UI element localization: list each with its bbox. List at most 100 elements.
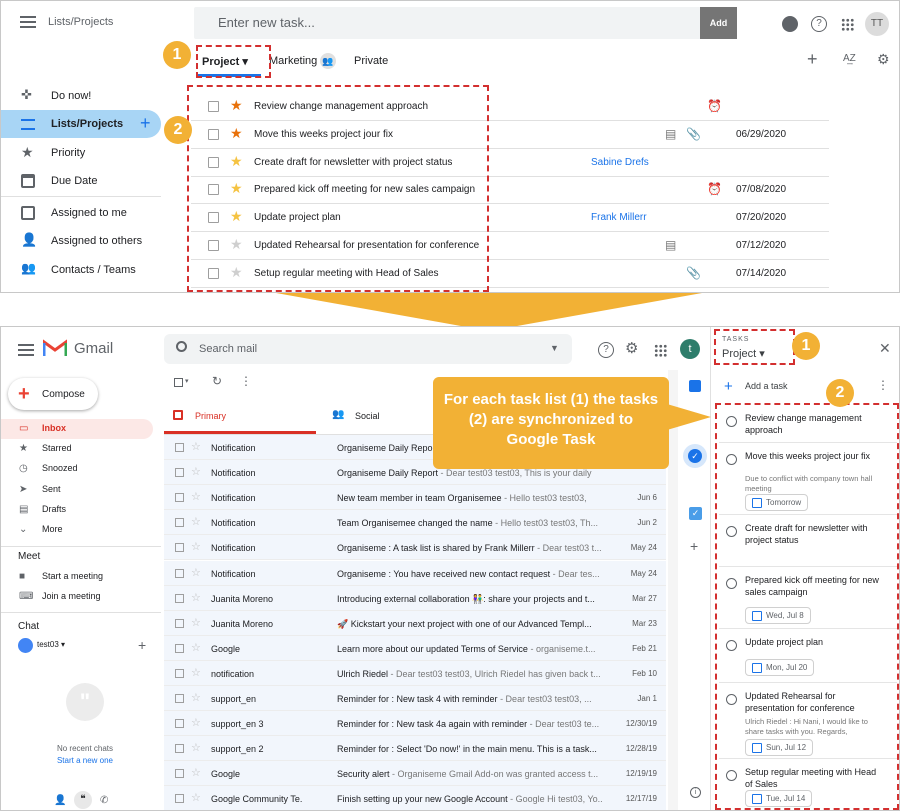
email-checkbox[interactable] [175, 694, 184, 703]
nav-item-starred[interactable]: ★ Starred [1, 439, 153, 459]
nav-item-more[interactable]: ⌄ More [1, 520, 153, 540]
star-icon[interactable]: ☆ [191, 791, 201, 804]
calendar-app-icon[interactable] [689, 380, 701, 392]
task-assignee[interactable]: Sabine Drefs [591, 157, 649, 168]
email-checkbox[interactable] [175, 493, 184, 503]
nav-item-drafts[interactable]: ▤ Drafts [1, 500, 153, 520]
search-options-icon[interactable]: ▼ [550, 343, 559, 353]
add-task-icon[interactable]: + [724, 378, 733, 395]
email-checkbox[interactable] [175, 744, 184, 754]
star-icon[interactable]: ☆ [191, 515, 201, 528]
star-icon[interactable]: ☆ [191, 490, 201, 503]
sidebar-item-assigned-to-others[interactable]: 👤 Assigned to others [1, 227, 161, 255]
email-row[interactable]: ☆ Notification Organiseme : A task list is… [164, 535, 666, 561]
help-icon[interactable]: ? [598, 342, 614, 358]
gmail-menu-icon[interactable] [18, 344, 34, 356]
compose-button[interactable]: + Compose [8, 378, 98, 410]
star-icon[interactable]: ☆ [191, 691, 201, 704]
email-checkbox[interactable] [175, 568, 184, 578]
email-row[interactable]: ☆ Google Security alert - Organiseme Gmail… [164, 761, 666, 787]
tab-primary[interactable]: Primary [195, 411, 226, 421]
more-actions-icon[interactable]: ⋮ [240, 374, 252, 388]
mail-search-box[interactable]: Search mail ▼ [164, 334, 572, 364]
email-checkbox[interactable] [175, 794, 184, 804]
sidebar-item-lists-projects[interactable]: Lists/Projects + [1, 110, 161, 138]
email-row[interactable]: ☆ Notification Team Organisemee changed th… [164, 510, 666, 536]
star-icon[interactable]: ☆ [191, 666, 201, 679]
star-icon[interactable]: ☆ [191, 616, 201, 629]
tasks-app-active[interactable]: ✓ [683, 444, 707, 468]
select-all-checkbox[interactable] [174, 378, 183, 387]
settings-gear-icon[interactable]: ⚙ [877, 51, 890, 68]
settings-gear-icon[interactable]: ⚙ [625, 339, 638, 357]
contacts-icon[interactable]: 👤 [54, 795, 66, 806]
email-row[interactable]: ☆ Notification Organiseme : You have recei… [164, 560, 666, 586]
email-checkbox[interactable] [175, 719, 184, 729]
email-checkbox[interactable] [175, 643, 184, 653]
email-checkbox[interactable] [175, 518, 184, 528]
sidebar-item-contacts-teams[interactable]: 👥 Contacts / Teams [1, 256, 161, 284]
tab-marketing[interactable]: Marketing [269, 55, 317, 67]
organiseme-addon-icon[interactable]: ✓ [689, 507, 702, 520]
nav-item-inbox[interactable]: ▭ Inbox [1, 419, 153, 439]
add-task-link[interactable]: Add a task [745, 381, 788, 391]
star-icon[interactable]: ☆ [191, 566, 201, 579]
task-assignee[interactable]: Frank Millerr [591, 212, 647, 223]
add-task-button[interactable]: Add [700, 7, 737, 39]
help-icon[interactable]: ? [811, 16, 827, 32]
email-checkbox[interactable] [175, 668, 184, 678]
add-chat-icon[interactable]: + [138, 637, 146, 653]
email-checkbox[interactable] [175, 543, 184, 553]
star-icon[interactable]: ☆ [191, 741, 201, 754]
email-row[interactable]: ☆ Google Community Te. Finish setting up y… [164, 786, 666, 810]
email-checkbox[interactable] [175, 769, 184, 779]
star-icon[interactable]: ☆ [191, 440, 201, 453]
hangouts-chat-icon[interactable]: ❝ [74, 791, 92, 809]
email-checkbox[interactable] [175, 618, 184, 628]
refresh-icon[interactable]: ↻ [212, 374, 222, 388]
email-row[interactable]: ☆ Juanita Moreno Introducing external coll… [164, 585, 666, 611]
nav-item-snoozed[interactable]: ◷ Snoozed [1, 459, 153, 479]
sort-az-icon[interactable]: A͢Z [843, 53, 856, 64]
sidebar-item-priority[interactable]: ★ Priority [1, 139, 161, 167]
tab-social[interactable]: Social [355, 411, 380, 421]
sidebar-item-assigned-to-me[interactable]: Assigned to me [1, 199, 161, 227]
email-row[interactable]: ☆ Juanita Moreno 🚀 Kickstart your next pro… [164, 610, 666, 636]
email-row[interactable]: ☆ notification Ulrich Riedel - Dear test03… [164, 660, 666, 686]
sidebar-item-due-date[interactable]: Due Date [1, 167, 161, 195]
avatar[interactable]: TT [865, 12, 889, 36]
get-addons-icon[interactable]: + [690, 538, 698, 554]
star-icon[interactable]: ☆ [191, 716, 201, 729]
apps-grid-icon[interactable] [654, 344, 667, 357]
sidebar-item-do-now[interactable]: ✜ Do now! [1, 82, 161, 110]
meet-item[interactable]: ■ Start a meeting [1, 567, 153, 587]
star-icon[interactable]: ☆ [191, 766, 201, 779]
email-row[interactable]: ☆ Google Learn more about our updated Term… [164, 635, 666, 661]
start-new-chat-link[interactable]: Start a new one [41, 756, 129, 765]
add-project-icon[interactable]: + [140, 113, 151, 134]
email-row[interactable]: ☆ support_en 2 Reminder for : Select 'Do n… [164, 736, 666, 762]
star-icon[interactable]: ☆ [191, 641, 201, 654]
apps-grid-icon[interactable] [841, 18, 854, 31]
phone-icon[interactable]: ✆ [100, 795, 108, 806]
notification-icon[interactable] [782, 16, 798, 32]
email-row[interactable]: ☆ Notification New team member in team Org… [164, 485, 666, 511]
email-checkbox[interactable] [175, 443, 184, 452]
star-icon[interactable]: ☆ [191, 591, 201, 604]
tab-private[interactable]: Private [354, 55, 388, 67]
email-row[interactable]: ☆ support_en 3 Reminder for : New task 4a … [164, 711, 666, 737]
star-icon[interactable]: ☆ [191, 465, 201, 478]
mail-scrollbar[interactable] [668, 370, 678, 810]
star-icon[interactable]: ☆ [191, 540, 201, 553]
add-list-icon[interactable]: + [807, 49, 818, 70]
chat-user[interactable]: test03 ▾ [37, 640, 65, 649]
email-checkbox[interactable] [175, 468, 184, 478]
close-icon[interactable]: ✕ [879, 340, 891, 357]
tasks-more-icon[interactable]: ⋮ [877, 378, 889, 392]
menu-icon[interactable] [20, 16, 36, 28]
meet-item[interactable]: ⌨ Join a meeting [1, 587, 153, 607]
avatar[interactable]: t [680, 339, 700, 359]
nav-item-sent[interactable]: ➤ Sent [1, 480, 153, 500]
new-task-input[interactable]: Enter new task... [194, 7, 700, 39]
info-icon[interactable]: i [690, 787, 701, 798]
